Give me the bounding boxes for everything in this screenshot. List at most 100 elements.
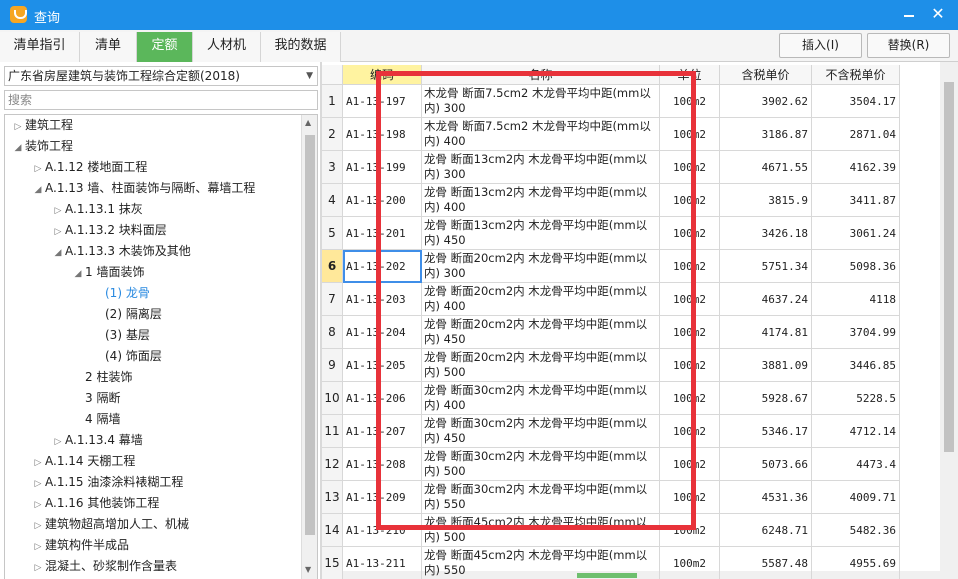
header-name[interactable]: 名称 bbox=[422, 65, 660, 85]
collapse-icon[interactable]: ◢ bbox=[31, 180, 45, 201]
table-row[interactable]: 4 A1-13-200 龙骨 断面13cm2内 木龙骨平均中距(mm以内) 400 1… bbox=[322, 184, 942, 217]
tab-bill-guide[interactable]: 清单指引 bbox=[0, 32, 80, 62]
table-row[interactable]: 5 A1-13-201 龙骨 断面13cm2内 木龙骨平均中距(mm以内) 450 1… bbox=[322, 217, 942, 250]
tree-node[interactable]: ◢ 装饰工程 bbox=[11, 136, 73, 157]
row-number-cell[interactable]: 15 bbox=[322, 547, 343, 579]
table-row[interactable]: 13 A1-13-209 龙骨 断面30cm2内 木龙骨平均中距(mm以内) 550… bbox=[322, 481, 942, 514]
quota-code-cell[interactable]: A1-13-197 bbox=[343, 85, 422, 118]
quota-name-cell[interactable]: 龙骨 断面30cm2内 木龙骨平均中距(mm以内) 400 bbox=[422, 382, 660, 415]
quota-name-cell[interactable]: 龙骨 断面20cm2内 木龙骨平均中距(mm以内) 300 bbox=[422, 250, 660, 283]
tree-node[interactable]: (3) 基层 bbox=[91, 325, 150, 346]
tax-excluded-price-cell[interactable]: 4955.69 bbox=[812, 547, 900, 579]
table-row[interactable]: 9 A1-13-205 龙骨 断面20cm2内 木龙骨平均中距(mm以内) 500 1… bbox=[322, 349, 942, 382]
quota-unit-cell[interactable]: 100m2 bbox=[660, 118, 720, 151]
tree-node[interactable]: ▷ A.1.15 油漆涂料裱糊工程 bbox=[31, 472, 184, 495]
row-number-cell[interactable]: 14 bbox=[322, 514, 343, 547]
quota-name-cell[interactable]: 龙骨 断面13cm2内 木龙骨平均中距(mm以内) 400 bbox=[422, 184, 660, 217]
table-row[interactable]: 10 A1-13-206 龙骨 断面30cm2内 木龙骨平均中距(mm以内) 400… bbox=[322, 382, 942, 415]
expand-icon[interactable]: ▷ bbox=[11, 117, 25, 138]
search-input[interactable]: 搜索 bbox=[4, 90, 318, 110]
row-number-cell[interactable]: 8 bbox=[322, 316, 343, 349]
expand-icon[interactable]: ▷ bbox=[31, 453, 45, 474]
table-row[interactable]: 2 A1-13-198 木龙骨 断面7.5cm2 木龙骨平均中距(mm以内) 400… bbox=[322, 118, 942, 151]
table-row[interactable]: 14 A1-13-210 龙骨 断面45cm2内 木龙骨平均中距(mm以内) 500… bbox=[322, 514, 942, 547]
table-row[interactable]: 12 A1-13-208 龙骨 断面30cm2内 木龙骨平均中距(mm以内) 500… bbox=[322, 448, 942, 481]
tab-labor-material-machine[interactable]: 人材机 bbox=[193, 32, 261, 62]
tree-scroll-thumb[interactable] bbox=[305, 135, 315, 535]
tree-node[interactable]: ▷ 建筑工程 bbox=[11, 115, 73, 136]
quota-unit-cell[interactable]: 100m2 bbox=[660, 514, 720, 547]
quota-code-cell[interactable]: A1-13-208 bbox=[343, 448, 422, 481]
tax-excluded-price-cell[interactable]: 4712.14 bbox=[812, 415, 900, 448]
tax-excluded-price-cell[interactable]: 4009.71 bbox=[812, 481, 900, 514]
tree-node[interactable]: ▷ 建筑物超高增加人工、机械 bbox=[31, 514, 189, 535]
tax-included-price-cell[interactable]: 4671.55 bbox=[720, 151, 812, 184]
quota-unit-cell[interactable]: 100m2 bbox=[660, 316, 720, 349]
quota-name-cell[interactable]: 龙骨 断面30cm2内 木龙骨平均中距(mm以内) 500 bbox=[422, 448, 660, 481]
row-number-cell[interactable]: 4 bbox=[322, 184, 343, 217]
tax-excluded-price-cell[interactable]: 4162.39 bbox=[812, 151, 900, 184]
expand-icon[interactable]: ▷ bbox=[31, 159, 45, 180]
table-scrollbar[interactable] bbox=[940, 62, 958, 579]
tax-excluded-price-cell[interactable]: 3411.87 bbox=[812, 184, 900, 217]
tab-my-data[interactable]: 我的数据 bbox=[261, 32, 341, 62]
quota-unit-cell[interactable]: 100m2 bbox=[660, 217, 720, 250]
quota-unit-cell[interactable]: 100m2 bbox=[660, 85, 720, 118]
tax-excluded-price-cell[interactable]: 5098.36 bbox=[812, 250, 900, 283]
tax-excluded-price-cell[interactable]: 2871.04 bbox=[812, 118, 900, 151]
tree-node[interactable]: ▷ A.1.12 楼地面工程 bbox=[31, 157, 148, 180]
table-row[interactable]: 7 A1-13-203 龙骨 断面20cm2内 木龙骨平均中距(mm以内) 400 1… bbox=[322, 283, 942, 316]
table-row[interactable]: 6 A1-13-202 龙骨 断面20cm2内 木龙骨平均中距(mm以内) 300 1… bbox=[322, 250, 942, 283]
expand-icon[interactable]: ▷ bbox=[31, 537, 45, 558]
tax-included-price-cell[interactable]: 3902.62 bbox=[720, 85, 812, 118]
expand-icon[interactable]: ▷ bbox=[51, 222, 65, 243]
replace-button[interactable]: 替换(R) bbox=[867, 33, 950, 58]
tax-excluded-price-cell[interactable]: 3504.17 bbox=[812, 85, 900, 118]
tree-node[interactable]: ◢ A.1.13.3 木装饰及其他 bbox=[51, 241, 191, 262]
library-select[interactable]: 广东省房屋建筑与装饰工程综合定额(2018) ▼ bbox=[4, 66, 318, 86]
quota-name-cell[interactable]: 龙骨 断面13cm2内 木龙骨平均中距(mm以内) 300 bbox=[422, 151, 660, 184]
expand-icon[interactable]: ▷ bbox=[51, 201, 65, 222]
row-number-cell[interactable]: 6 bbox=[322, 250, 343, 283]
table-row[interactable]: 3 A1-13-199 龙骨 断面13cm2内 木龙骨平均中距(mm以内) 300 1… bbox=[322, 151, 942, 184]
tree-node[interactable]: (1) 龙骨 bbox=[91, 283, 150, 304]
quota-code-cell[interactable]: A1-13-203 bbox=[343, 283, 422, 316]
tax-included-price-cell[interactable]: 5928.67 bbox=[720, 382, 812, 415]
expand-icon[interactable]: ▷ bbox=[51, 432, 65, 453]
tax-included-price-cell[interactable]: 5587.48 bbox=[720, 547, 812, 579]
tree-node[interactable]: ◢ A.1.13 墙、柱面装饰与隔断、幕墙工程 bbox=[31, 178, 256, 201]
collapse-icon[interactable]: ◢ bbox=[71, 264, 85, 285]
table-row[interactable]: 11 A1-13-207 龙骨 断面30cm2内 木龙骨平均中距(mm以内) 450… bbox=[322, 415, 942, 448]
quota-name-cell[interactable]: 木龙骨 断面7.5cm2 木龙骨平均中距(mm以内) 300 bbox=[422, 85, 660, 118]
tree-node[interactable]: ▷ A.1.13.1 抹灰 bbox=[51, 199, 143, 220]
tax-included-price-cell[interactable]: 5751.34 bbox=[720, 250, 812, 283]
tree-scrollbar[interactable]: ▲ ▼ bbox=[301, 115, 317, 579]
row-number-cell[interactable]: 12 bbox=[322, 448, 343, 481]
header-notax-price[interactable]: 不含税单价 bbox=[812, 65, 900, 85]
expand-icon[interactable]: ▷ bbox=[31, 474, 45, 495]
tab-quota[interactable]: 定额 bbox=[137, 32, 193, 62]
tab-bill[interactable]: 清单 bbox=[80, 32, 137, 62]
quota-code-cell[interactable]: A1-13-205 bbox=[343, 349, 422, 382]
quota-code-cell[interactable]: A1-13-200 bbox=[343, 184, 422, 217]
quota-code-cell[interactable]: A1-13-207 bbox=[343, 415, 422, 448]
quota-code-cell[interactable]: A1-13-201 bbox=[343, 217, 422, 250]
tax-included-price-cell[interactable]: 4637.24 bbox=[720, 283, 812, 316]
tax-excluded-price-cell[interactable]: 4118 bbox=[812, 283, 900, 316]
quota-name-cell[interactable]: 龙骨 断面45cm2内 木龙骨平均中距(mm以内) 550 bbox=[422, 547, 660, 579]
row-number-cell[interactable]: 9 bbox=[322, 349, 343, 382]
quota-unit-cell[interactable]: 100m2 bbox=[660, 151, 720, 184]
quota-unit-cell[interactable]: 100m2 bbox=[660, 415, 720, 448]
insert-button[interactable]: 插入(I) bbox=[779, 33, 862, 58]
quota-unit-cell[interactable]: 100m2 bbox=[660, 547, 720, 579]
tax-included-price-cell[interactable]: 4174.81 bbox=[720, 316, 812, 349]
tax-excluded-price-cell[interactable]: 3446.85 bbox=[812, 349, 900, 382]
quota-code-cell[interactable]: A1-13-204 bbox=[343, 316, 422, 349]
tree-node[interactable]: ▷ 建筑构件半成品 bbox=[31, 535, 129, 556]
tree-node[interactable]: ▷ A.1.14 天棚工程 bbox=[31, 451, 136, 474]
row-number-cell[interactable]: 11 bbox=[322, 415, 343, 448]
header-code[interactable]: 编码 bbox=[343, 65, 422, 85]
quota-unit-cell[interactable]: 100m2 bbox=[660, 250, 720, 283]
tree-node[interactable]: ▷ A.1.13.2 块料面层 bbox=[51, 220, 167, 241]
collapse-icon[interactable]: ◢ bbox=[11, 138, 25, 159]
